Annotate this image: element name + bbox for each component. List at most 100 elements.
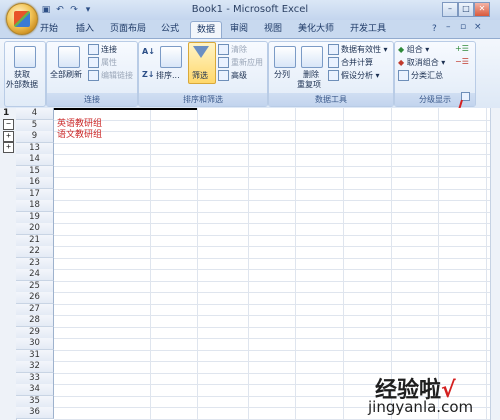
- row-header[interactable]: 28: [16, 315, 54, 327]
- get-external-data-icon[interactable]: [14, 46, 36, 68]
- refresh-all-button[interactable]: 全部刷新: [50, 69, 82, 80]
- subtotal-button[interactable]: 分类汇总: [398, 70, 443, 81]
- row-header[interactable]: 33: [16, 372, 54, 385]
- row-header[interactable]: 4: [16, 108, 54, 120]
- cell-a5[interactable]: 英语教研组: [57, 119, 102, 130]
- row-header[interactable]: 36: [16, 407, 54, 419]
- sort-desc-icon[interactable]: Z↓: [142, 70, 155, 79]
- row-gridline: [54, 200, 490, 201]
- row-header[interactable]: 20: [16, 223, 54, 235]
- tab-insert[interactable]: 插入: [72, 21, 98, 38]
- show-detail-icon[interactable]: +☰: [455, 44, 469, 53]
- help-icon[interactable]: ?: [432, 24, 437, 34]
- tab-view[interactable]: 视图: [260, 21, 286, 38]
- row-gridline: [54, 257, 490, 259]
- row-header[interactable]: 23: [16, 257, 54, 270]
- text-to-columns-button[interactable]: 分列: [274, 69, 290, 80]
- minimize-button[interactable]: –: [442, 2, 458, 17]
- row-header[interactable]: 25: [16, 280, 54, 293]
- edit-links-icon: [88, 70, 99, 81]
- outline-level-1-button[interactable]: 1: [3, 108, 9, 118]
- undo-icon[interactable]: ↶: [54, 4, 66, 16]
- tab-data[interactable]: 数据: [190, 21, 222, 39]
- row-header[interactable]: 35: [16, 395, 54, 408]
- ungroup-dropdown-icon: ▾: [438, 58, 446, 67]
- data-validation-button[interactable]: 数据有效性 ▾: [328, 44, 388, 55]
- row-gridline: [54, 349, 490, 351]
- row-header[interactable]: 14: [16, 154, 54, 166]
- group-button[interactable]: ◆ 组合 ▾: [398, 44, 429, 55]
- tab-formulas[interactable]: 公式: [156, 21, 184, 38]
- consolidate-button[interactable]: 合并计算: [328, 57, 373, 68]
- row-gridline: [54, 142, 490, 144]
- sort-dialog-icon[interactable]: [160, 46, 182, 68]
- tab-developer[interactable]: 开发工具: [348, 21, 388, 38]
- row-gridline: [54, 119, 490, 121]
- row-header[interactable]: 29: [16, 326, 54, 339]
- row-header[interactable]: 21: [16, 234, 54, 247]
- row-gridline: [54, 361, 490, 362]
- close-button[interactable]: ✕: [474, 2, 490, 17]
- tab-home[interactable]: 开始: [36, 21, 62, 38]
- sort-button[interactable]: 排序...: [156, 70, 180, 81]
- row-gridline: [54, 338, 490, 339]
- row-header[interactable]: 32: [16, 361, 54, 373]
- data-validation-dropdown-icon: ▾: [381, 45, 388, 54]
- remove-duplicates-icon[interactable]: [301, 46, 323, 68]
- ribbon-minimize-icon[interactable]: –: [446, 22, 451, 32]
- properties-button[interactable]: 属性: [88, 57, 117, 68]
- reapply-button[interactable]: 重新应用: [218, 57, 263, 68]
- ribbon-close-icon[interactable]: ×: [474, 22, 482, 32]
- sort-asc-icon[interactable]: A↓: [142, 47, 155, 56]
- outline-expand-button-a[interactable]: +: [3, 131, 14, 142]
- ungroup-button[interactable]: ◆ 取消组合 ▾: [398, 57, 445, 68]
- outline-expand-button-b[interactable]: +: [3, 142, 14, 153]
- save-icon[interactable]: ▣: [40, 4, 52, 16]
- advanced-button[interactable]: 高级: [218, 70, 247, 81]
- outline-collapse-button[interactable]: −: [3, 119, 14, 130]
- row-header[interactable]: 31: [16, 349, 54, 362]
- tab-review[interactable]: 审阅: [226, 21, 252, 38]
- connections-icon: [88, 44, 99, 55]
- what-if-button[interactable]: 假设分析 ▾: [328, 70, 380, 81]
- remove-duplicates-label-2[interactable]: 重复项: [297, 79, 321, 90]
- filter-label: 筛选: [192, 71, 208, 80]
- row-header[interactable]: 19: [16, 211, 54, 224]
- row-header[interactable]: 13: [16, 142, 54, 155]
- text-to-columns-icon[interactable]: [274, 46, 296, 68]
- get-external-label-2[interactable]: 外部数据: [6, 79, 38, 90]
- tab-beautify[interactable]: 美化大师: [296, 21, 336, 38]
- row-header[interactable]: 5: [16, 119, 54, 132]
- row-header[interactable]: 16: [16, 177, 54, 189]
- maximize-button[interactable]: □: [458, 2, 474, 17]
- row-header[interactable]: 30: [16, 338, 54, 350]
- row-header[interactable]: 27: [16, 303, 54, 316]
- ungroup-icon: ◆: [398, 58, 407, 67]
- advanced-label: 高级: [231, 71, 247, 80]
- edit-links-button[interactable]: 编辑链接: [88, 70, 133, 81]
- vertical-scrollbar[interactable]: [490, 108, 500, 420]
- row-header[interactable]: 18: [16, 200, 54, 212]
- office-button[interactable]: [6, 3, 38, 35]
- row-header[interactable]: 22: [16, 246, 54, 258]
- refresh-all-icon[interactable]: [58, 46, 80, 68]
- what-if-dropdown-icon: ▾: [373, 71, 380, 80]
- redo-icon[interactable]: ↷: [68, 4, 80, 16]
- clear-button[interactable]: 清除: [218, 44, 247, 55]
- row-gridline: [54, 246, 490, 247]
- hide-detail-icon[interactable]: −☰: [455, 57, 469, 66]
- group-label: 组合: [406, 45, 423, 54]
- row-header[interactable]: 17: [16, 188, 54, 201]
- connections-button[interactable]: 连接: [88, 44, 117, 55]
- qat-customize-icon[interactable]: ▾: [82, 4, 94, 16]
- tab-page-layout[interactable]: 页面布局: [108, 21, 148, 38]
- reapply-label: 重新应用: [231, 58, 263, 67]
- row-header[interactable]: 34: [16, 384, 54, 396]
- row-header[interactable]: 15: [16, 165, 54, 178]
- properties-label: 属性: [101, 58, 117, 67]
- ribbon-restore-icon[interactable]: ▫: [460, 22, 466, 32]
- cell-a9[interactable]: 语文教研组: [57, 130, 102, 141]
- row-header[interactable]: 9: [16, 131, 54, 143]
- row-header[interactable]: 26: [16, 292, 54, 304]
- row-header[interactable]: 24: [16, 269, 54, 281]
